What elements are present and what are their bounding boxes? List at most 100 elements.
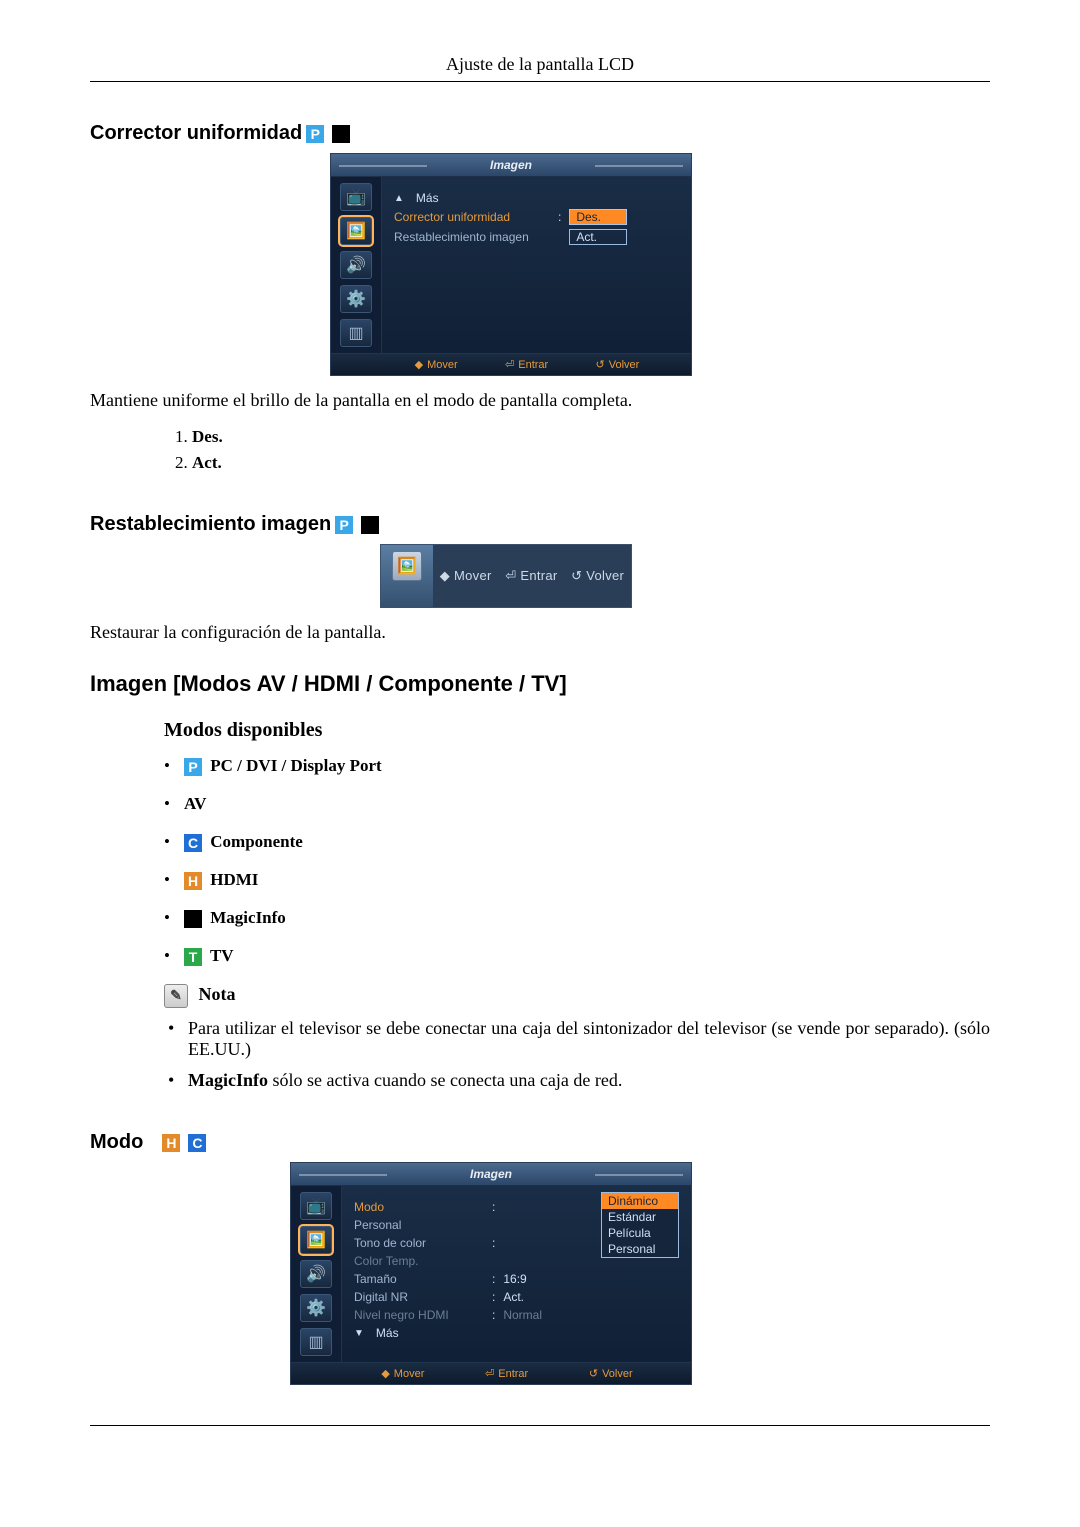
dropdown-option[interactable]: Película — [602, 1225, 678, 1241]
nota-label-text: Nota — [199, 985, 236, 1005]
dropdown-option[interactable]: Dinámico — [602, 1193, 678, 1209]
row-value: 16:9 — [503, 1272, 526, 1286]
footer-move: ◆Mover — [415, 358, 458, 371]
osd-title: Imagen — [291, 1163, 691, 1186]
osd-more-down[interactable]: ▼ Más — [354, 1326, 591, 1340]
opt-act: Act. — [192, 453, 990, 473]
row-digitalnr[interactable]: Digital NR : Act. — [354, 1290, 591, 1304]
corrector-desc: Mantiene uniforme el brillo de la pantal… — [90, 390, 990, 411]
h-icon: H — [184, 872, 202, 890]
osd2-footer: ◆ Mover ⏎ Entrar ↺ Volver — [433, 545, 631, 607]
heading-corrector-text: Corrector uniformidad — [90, 122, 302, 145]
footer-enter: ⏎Entrar — [485, 1367, 528, 1380]
row-value: Normal — [503, 1308, 542, 1322]
t-icon: T — [184, 948, 202, 966]
nota-item-2: MagicInfo sólo se activa cuando se conec… — [164, 1070, 990, 1091]
modo-dropdown[interactable]: Dinámico Estándar Película Personal — [601, 1192, 679, 1258]
osd-corrector: Imagen 📺 🖼️ 🔊 ⚙️ ▥ ▲ Más Corrector unifo… — [330, 153, 692, 376]
row-personal[interactable]: Personal — [354, 1218, 591, 1232]
row-tono[interactable]: Tono de color : — [354, 1236, 591, 1250]
mode-pc: P PC / DVI / Display Port — [164, 756, 990, 776]
sidebar-picture-icon[interactable]: 🖼️ — [340, 217, 372, 245]
osd-footer: ◆Mover ⏎Entrar ↺Volver — [291, 1362, 691, 1384]
chevron-up-icon: ▲ — [394, 193, 404, 204]
modes-list: P PC / DVI / Display Port AV C Component… — [164, 756, 990, 966]
h-icon: H — [162, 1134, 180, 1152]
osd-more-label: Más — [376, 1326, 399, 1340]
c-icon: C — [188, 1134, 206, 1152]
c-icon: C — [184, 834, 202, 852]
row-nivelnegro: Nivel negro HDMI : Normal — [354, 1308, 591, 1322]
footer-move: ◆Mover — [381, 1367, 424, 1380]
footer-back: ↺ Volver — [571, 568, 624, 584]
heading-modo: Modo H C — [90, 1131, 990, 1154]
picture-icon: 🖼️ — [392, 551, 422, 581]
heading-imagen-modos: Imagen [Modos AV / HDMI / Componente / T… — [90, 671, 990, 697]
osd-content: Modo : Personal Tono de color : Color Te… — [342, 1186, 691, 1362]
sidebar-input-icon[interactable]: 📺 — [340, 183, 372, 211]
nota2-bold: MagicInfo — [188, 1070, 268, 1090]
row-label: Personal — [354, 1218, 484, 1232]
row-sep — [558, 230, 561, 244]
dropdown-option[interactable]: Personal — [602, 1241, 678, 1257]
osd-modo: Imagen 📺 🖼️ 🔊 ⚙️ ▥ Modo : Personal Tono … — [290, 1162, 692, 1385]
osd-more-label: Más — [416, 191, 439, 205]
sidebar-sound-icon[interactable]: 🔊 — [300, 1260, 332, 1288]
nota-list: Para utilizar el televisor se debe conec… — [164, 1018, 990, 1091]
chevron-down-icon: ▼ — [354, 1328, 364, 1339]
sidebar-setup-icon[interactable]: ⚙️ — [340, 285, 372, 313]
magicinfo-icon — [332, 125, 350, 143]
sidebar-multi-icon[interactable]: ▥ — [340, 319, 372, 347]
p-icon: P — [335, 516, 353, 534]
nota-item-1: Para utilizar el televisor se debe conec… — [164, 1018, 990, 1060]
osd2-icon-col: 🖼️ — [381, 545, 433, 607]
sidebar-sound-icon[interactable]: 🔊 — [340, 251, 372, 279]
dropdown-option[interactable]: Estándar — [602, 1209, 678, 1225]
sidebar-setup-icon[interactable]: ⚙️ — [300, 1294, 332, 1322]
heading-corrector: Corrector uniformidad P — [90, 122, 990, 145]
row-colortemp: Color Temp. — [354, 1254, 591, 1268]
footer-back: ↺Volver — [589, 1367, 633, 1380]
sidebar-input-icon[interactable]: 📺 — [300, 1192, 332, 1220]
mode-magicinfo: MagicInfo — [164, 908, 990, 928]
osd-more-up[interactable]: ▲ Más — [394, 191, 679, 205]
row-label: Modo — [354, 1200, 484, 1214]
mode-componente: C Componente — [164, 832, 990, 852]
footer-enter: ⏎Entrar — [505, 358, 548, 371]
row-label: Tono de color — [354, 1236, 484, 1250]
rule-top — [90, 81, 990, 82]
row-tamano[interactable]: Tamaño : 16:9 — [354, 1272, 591, 1286]
row-value-selected[interactable]: Des. — [569, 209, 627, 225]
row-label: Corrector uniformidad — [394, 210, 550, 224]
osd-sidebar: 📺 🖼️ 🔊 ⚙️ ▥ — [291, 1186, 342, 1362]
osd-row-restablecimiento[interactable]: Restablecimiento imagen Act. — [394, 229, 679, 245]
row-value: Act. — [503, 1290, 524, 1304]
heading-restablecimiento: Restablecimiento imagen P — [90, 513, 990, 536]
p-icon: P — [184, 758, 202, 776]
osd-row-corrector[interactable]: Corrector uniformidad : Des. — [394, 209, 679, 225]
rule-bottom — [90, 1425, 990, 1426]
sidebar-picture-icon[interactable]: 🖼️ — [300, 1226, 332, 1254]
footer-back: ↺Volver — [596, 358, 640, 371]
corrector-options: Des. Act. — [164, 427, 990, 473]
nota2-rest: sólo se activa cuando se conecta una caj… — [268, 1070, 622, 1090]
p-icon: P — [306, 125, 324, 143]
sidebar-multi-icon[interactable]: ▥ — [300, 1328, 332, 1356]
row-value[interactable]: Act. — [569, 229, 627, 245]
restablecimiento-desc: Restaurar la configuración de la pantall… — [90, 622, 990, 643]
row-label: Tamaño — [354, 1272, 484, 1286]
magicinfo-icon — [361, 516, 379, 534]
osd-restablecimiento: 🖼️ ◆ Mover ⏎ Entrar ↺ Volver — [380, 544, 632, 608]
row-label: Nivel negro HDMI — [354, 1308, 484, 1322]
row-label: Color Temp. — [354, 1254, 484, 1268]
row-modo[interactable]: Modo : — [354, 1200, 591, 1214]
footer-enter: ⏎ Entrar — [505, 568, 557, 584]
heading-modo-text: Modo — [90, 1131, 143, 1154]
osd-footer: ◆Mover ⏎Entrar ↺Volver — [331, 353, 691, 375]
mode-av: AV — [164, 794, 990, 814]
row-label: Restablecimiento imagen — [394, 230, 550, 244]
heading-restablecimiento-text: Restablecimiento imagen — [90, 513, 331, 536]
mode-hdmi: H HDMI — [164, 870, 990, 890]
osd-title: Imagen — [331, 154, 691, 177]
mode-tv: T TV — [164, 946, 990, 966]
